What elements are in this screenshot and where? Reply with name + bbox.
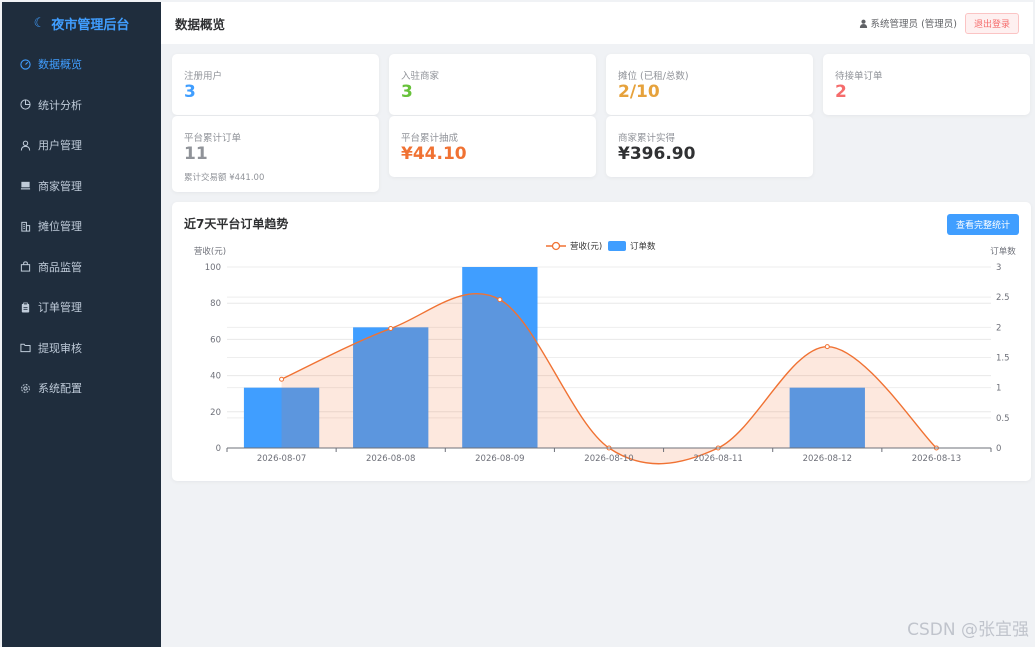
- stat-label: 平台累计订单: [184, 133, 242, 144]
- stat-value: ¥44.10: [401, 144, 467, 164]
- stat-value: ¥396.90: [618, 144, 696, 164]
- stat-label: 待接单订单: [835, 71, 883, 82]
- app-shell: ☾ 夜市管理后台 数据概览统计分析用户管理商家管理摊位管理商品监管订单管理提现审…: [2, 2, 1033, 647]
- sidebar-logo[interactable]: ☾ 夜市管理后台: [2, 2, 161, 44]
- watermark: CSDN @张宜强: [907, 620, 1029, 640]
- y-tick-label: 60: [210, 335, 221, 345]
- sidebar-item-label: 订单管理: [38, 301, 82, 315]
- stat-value: 3: [184, 82, 196, 102]
- x-tick-label: 2026-08-08: [366, 454, 415, 464]
- sidebar-item-label: 统计分析: [38, 98, 82, 112]
- x-tick-label: 2026-08-09: [475, 454, 524, 464]
- gear-icon: [19, 382, 31, 394]
- y2-tick-label: 1: [996, 384, 1001, 394]
- sidebar-item-label: 用户管理: [38, 139, 82, 153]
- shop-icon: [19, 180, 31, 192]
- page-title: 数据概览: [175, 16, 226, 32]
- y2-tick-label: 0.5: [996, 414, 1010, 424]
- y-tick-label: 40: [210, 372, 221, 382]
- stat-card: 入驻商家 3: [389, 54, 596, 115]
- folder-icon: [19, 342, 31, 354]
- stat-card: 平台累计抽成 ¥44.10: [389, 116, 596, 177]
- y2-tick-label: 1.5: [996, 354, 1010, 364]
- legend-bar-marker: [608, 241, 626, 251]
- sidebar-item-label: 商家管理: [38, 179, 82, 193]
- revenue-point: [388, 326, 394, 332]
- y2-tick-label: 3: [996, 263, 1001, 273]
- header-right: 系统管理员 (管理员) 退出登录: [859, 12, 1019, 34]
- dashboard-icon: [19, 58, 31, 70]
- user-icon: [859, 19, 867, 28]
- sidebar-item-label: 系统配置: [38, 382, 82, 396]
- stat-card: 平台累计订单 11 累计交易额 ¥441.00: [172, 116, 379, 192]
- stat-card: 注册用户 3: [172, 54, 379, 115]
- revenue-point: [279, 376, 285, 382]
- building-icon: [19, 220, 31, 232]
- y-tick-label: 80: [210, 299, 221, 309]
- y-tick-label: 20: [210, 408, 221, 418]
- moon-icon: ☾: [33, 15, 46, 31]
- legend-line-dot: [551, 241, 561, 251]
- stat-label: 入驻商家: [401, 71, 440, 82]
- x-tick-label: 2026-08-07: [257, 454, 306, 464]
- y2-axis-label: 订单数: [990, 246, 1016, 257]
- chart-card: 近7天平台订单趋势 查看完整统计 0 20 40 60 80 100 0 0.5 1 1.5 2 2.…: [172, 202, 1031, 481]
- user-name: 系统管理员 (管理员): [870, 19, 957, 30]
- stat-label: 注册用户: [184, 71, 223, 82]
- sidebar-item-label: 数据概览: [38, 58, 82, 72]
- top-header: 数据概览 系统管理员 (管理员) 退出登录: [161, 2, 1033, 44]
- stat-value: 2: [835, 82, 847, 102]
- y-tick-label: 100: [205, 263, 221, 273]
- y-tick-label: 0: [216, 444, 221, 454]
- sidebar-item-8[interactable]: 系统配置: [2, 368, 161, 409]
- stat-value: 3: [401, 82, 413, 102]
- main-area: 数据概览 系统管理员 (管理员) 退出登录 注册用户 3 入驻商家 3 摊位 (已租/总…: [161, 2, 1033, 647]
- sidebar-item-6[interactable]: 订单管理: [2, 287, 161, 328]
- sidebar-menu: 数据概览统计分析用户管理商家管理摊位管理商品监管订单管理提现审核系统配置: [2, 44, 161, 409]
- sidebar-item-1[interactable]: 统计分析: [2, 85, 161, 126]
- y2-tick-label: 2.5: [996, 293, 1010, 303]
- bag-icon: [19, 261, 31, 273]
- user-info[interactable]: 系统管理员 (管理员): [859, 16, 957, 30]
- stat-value: 2/10: [618, 82, 660, 102]
- x-tick-label: 2026-08-13: [912, 454, 961, 464]
- x-tick-label: 2026-08-12: [803, 454, 852, 464]
- legend-label-revenue: 营收(元): [570, 241, 602, 252]
- y2-tick-label: 0: [996, 444, 1001, 454]
- sidebar-item-4[interactable]: 摊位管理: [2, 206, 161, 247]
- logo-text: 夜市管理后台: [51, 17, 130, 33]
- stat-label: 商家累计实得: [618, 133, 676, 144]
- y-axis-label: 营收(元): [194, 246, 226, 257]
- stat-label: 平台累计抽成: [401, 133, 459, 144]
- stat-label: 摊位 (已租/总数): [618, 71, 689, 82]
- sidebar: ☾ 夜市管理后台 数据概览统计分析用户管理商家管理摊位管理商品监管订单管理提现审…: [2, 2, 161, 647]
- trend-chart: 0 20 40 60 80 100 0 0.5 1 1.5 2 2.5 3 营收(元) 订单数 2026-08…: [194, 241, 1016, 465]
- x-tick-label: 2026-08-11: [693, 454, 742, 464]
- sidebar-item-label: 摊位管理: [38, 220, 82, 234]
- stat-value: 11: [184, 144, 208, 164]
- sidebar-item-label: 提现审核: [38, 341, 82, 355]
- revenue-area: [281, 293, 937, 464]
- y2-tick-label: 2: [996, 323, 1001, 333]
- sidebar-item-5[interactable]: 商品监管: [2, 247, 161, 288]
- legend-label-orders: 订单数: [630, 241, 656, 252]
- pie-chart-icon: [19, 99, 31, 111]
- x-tick-label: 2026-08-10: [584, 454, 633, 464]
- sidebar-item-2[interactable]: 用户管理: [2, 125, 161, 166]
- clipboard-icon: [19, 301, 31, 313]
- user-icon: [19, 139, 31, 151]
- sidebar-item-7[interactable]: 提现审核: [2, 328, 161, 369]
- revenue-point: [824, 344, 830, 350]
- revenue-point: [497, 297, 503, 303]
- stat-card: 待接单订单 2: [823, 54, 1030, 115]
- stat-card: 摊位 (已租/总数) 2/10: [606, 54, 813, 115]
- sidebar-item-3[interactable]: 商家管理: [2, 166, 161, 207]
- sidebar-item-label: 商品监管: [38, 260, 82, 274]
- logout-button[interactable]: 退出登录: [964, 12, 1019, 34]
- sidebar-item-0[interactable]: 数据概览: [2, 44, 161, 85]
- stat-sub: 累计交易额 ¥441.00: [184, 173, 265, 183]
- stat-card: 商家累计实得 ¥396.90: [606, 116, 813, 177]
